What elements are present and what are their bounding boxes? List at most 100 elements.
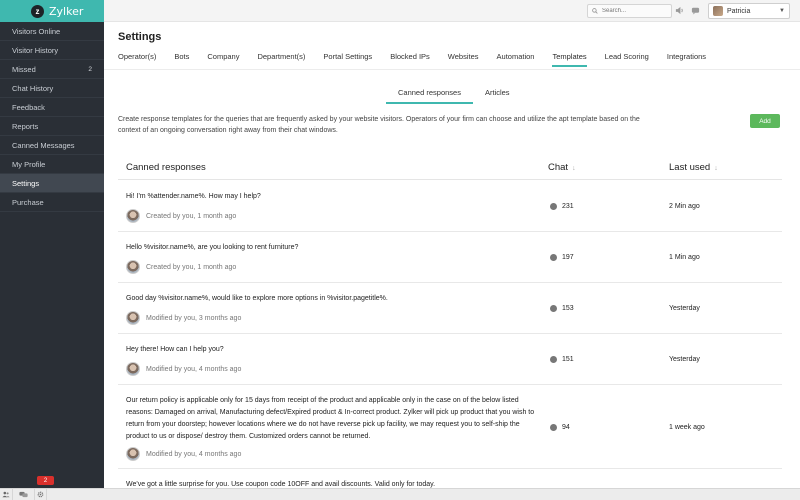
brand-logo-icon: z [31, 4, 44, 18]
table-row[interactable]: Hi! I'm %attender.name%. How may I help?… [118, 181, 782, 232]
sidebar: z Zylker Visitors Online Visitor History… [0, 0, 104, 488]
meta-text: Modified by you, 4 months ago [146, 450, 242, 458]
column-header-last-used-label: Last used [669, 162, 711, 173]
table-row[interactable]: Good day %visitor.name%, would like to e… [118, 283, 782, 334]
tab-websites[interactable]: Websites [448, 52, 479, 67]
column-header-chat[interactable]: Chat ↓ [548, 162, 576, 173]
tab-departments[interactable]: Department(s) [257, 52, 305, 67]
notification-badge[interactable]: 2 [37, 476, 54, 485]
search-input[interactable] [602, 8, 662, 14]
last-used: Yesterday [669, 356, 700, 363]
subtab-canned-responses[interactable]: Canned responses [386, 88, 473, 104]
sidebar-item-purchase[interactable]: Purchase [0, 193, 104, 212]
response-meta: Created by you, 1 month ago [126, 260, 236, 274]
search-icon [592, 8, 598, 14]
table-row[interactable]: We've got a little surprise for you. Use… [118, 469, 782, 488]
last-used: 1 week ago [669, 424, 705, 431]
response-meta: Modified by you, 3 months ago [126, 311, 241, 325]
sidebar-item-label: Settings [12, 178, 40, 188]
sidebar-item-label: Canned Messages [12, 140, 75, 150]
sidebar-item-label: Feedback [12, 102, 45, 112]
chat-icon [550, 424, 557, 431]
sidebar-item-label: Chat History [12, 83, 54, 93]
chat-icon [550, 203, 557, 210]
tab-portal-settings[interactable]: Portal Settings [323, 52, 372, 67]
meta-text: Modified by you, 3 months ago [146, 314, 242, 322]
tab-lead-scoring[interactable]: Lead Scoring [605, 52, 649, 67]
chat-count-cell: 231 [550, 203, 574, 210]
avatar [126, 260, 140, 274]
response-meta: Modified by you, 4 months ago [126, 447, 241, 461]
table-row[interactable]: Hello %visitor.name%, are you looking to… [118, 232, 782, 283]
chat-count: 151 [562, 356, 574, 363]
brand-name: Zylker [49, 4, 84, 18]
chat-count-cell: 151 [550, 356, 574, 363]
sound-icon[interactable] [674, 6, 684, 16]
tab-operators[interactable]: Operator(s) [118, 52, 156, 67]
sidebar-item-canned-messages[interactable]: Canned Messages [0, 136, 104, 155]
missed-count-badge: 2 [88, 65, 92, 73]
settings-tabs: Operator(s) Bots Company Department(s) P… [118, 52, 724, 67]
chat-icon [550, 254, 557, 261]
users-icon[interactable] [0, 488, 13, 500]
tab-automation[interactable]: Automation [497, 52, 535, 67]
settings-icon[interactable] [35, 488, 47, 500]
sidebar-item-label: My Profile [12, 159, 46, 169]
subtab-articles[interactable]: Articles [473, 88, 522, 104]
brand-header[interactable]: z Zylker [0, 0, 104, 22]
sidebar-item-settings[interactable]: Settings [0, 174, 104, 193]
avatar [126, 209, 140, 223]
user-avatar [713, 6, 723, 16]
sidebar-item-missed[interactable]: Missed 2 [0, 60, 104, 79]
column-header-last-used[interactable]: Last used ↓ [669, 162, 718, 173]
tab-templates[interactable]: Templates [552, 52, 587, 67]
sidebar-item-label: Visitor History [12, 45, 59, 55]
bottom-bar [0, 488, 800, 500]
templates-description: Create response templates for the querie… [118, 116, 640, 134]
chat-icon [550, 305, 557, 312]
sidebar-nav: Visitors Online Visitor History Missed 2 … [0, 22, 104, 212]
response-meta: Created by you, 1 month ago [126, 209, 236, 223]
sidebar-item-chat-history[interactable]: Chat History [0, 79, 104, 98]
sidebar-item-label: Purchase [12, 197, 44, 207]
search-box[interactable] [587, 4, 672, 18]
chat-bubbles-icon[interactable] [13, 488, 35, 500]
sort-arrow-icon: ↓ [714, 165, 718, 172]
response-text: We've got a little surprise for you. Use… [126, 481, 436, 488]
chat-count: 153 [562, 305, 574, 312]
chat-count-cell: 197 [550, 254, 574, 261]
sidebar-item-my-profile[interactable]: My Profile [0, 155, 104, 174]
response-text: Hi! I'm %attender.name%. How may I help? [126, 193, 261, 200]
last-used: 2 Min ago [669, 203, 700, 210]
sidebar-item-visitors-online[interactable]: Visitors Online [0, 22, 104, 41]
sidebar-item-reports[interactable]: Reports [0, 117, 104, 136]
sidebar-item-label: Visitors Online [12, 26, 61, 36]
canned-responses-table: Hi! I'm %attender.name%. How may I help?… [118, 181, 782, 488]
table-row[interactable]: Our return policy is applicable only for… [118, 385, 782, 469]
response-meta: Modified by you, 4 months ago [126, 362, 241, 376]
tab-company[interactable]: Company [207, 52, 239, 67]
tab-blocked-ips[interactable]: Blocked IPs [390, 52, 430, 67]
chat-count: 94 [562, 424, 570, 431]
table-row[interactable]: Hey there! How can I help you? Modified … [118, 334, 782, 385]
chat-count: 231 [562, 203, 574, 210]
sidebar-item-visitor-history[interactable]: Visitor History [0, 41, 104, 60]
avatar [126, 447, 140, 461]
chat-count: 197 [562, 254, 574, 261]
add-button[interactable]: Add [750, 114, 780, 128]
meta-text: Modified by you, 4 months ago [146, 365, 242, 373]
sidebar-item-feedback[interactable]: Feedback [0, 98, 104, 117]
tab-bots[interactable]: Bots [174, 52, 189, 67]
table-header: Canned responses Chat ↓ Last used ↓ [118, 158, 782, 180]
chat-count-cell: 153 [550, 305, 574, 312]
user-status-dropdown[interactable]: Patricia ▼ [708, 3, 790, 19]
chat-count-cell: 94 [550, 424, 570, 431]
response-text: Good day %visitor.name%, would like to e… [126, 295, 388, 302]
sort-arrow-icon: ↓ [572, 165, 576, 172]
meta-text: Created by you, 1 month ago [146, 263, 237, 271]
app-window: z Zylker Visitors Online Visitor History… [0, 0, 800, 500]
response-text: Hello %visitor.name%, are you looking to… [126, 244, 299, 251]
column-header-chat-label: Chat [548, 162, 569, 173]
chat-status-icon[interactable] [690, 6, 700, 16]
tab-integrations[interactable]: Integrations [667, 52, 706, 67]
